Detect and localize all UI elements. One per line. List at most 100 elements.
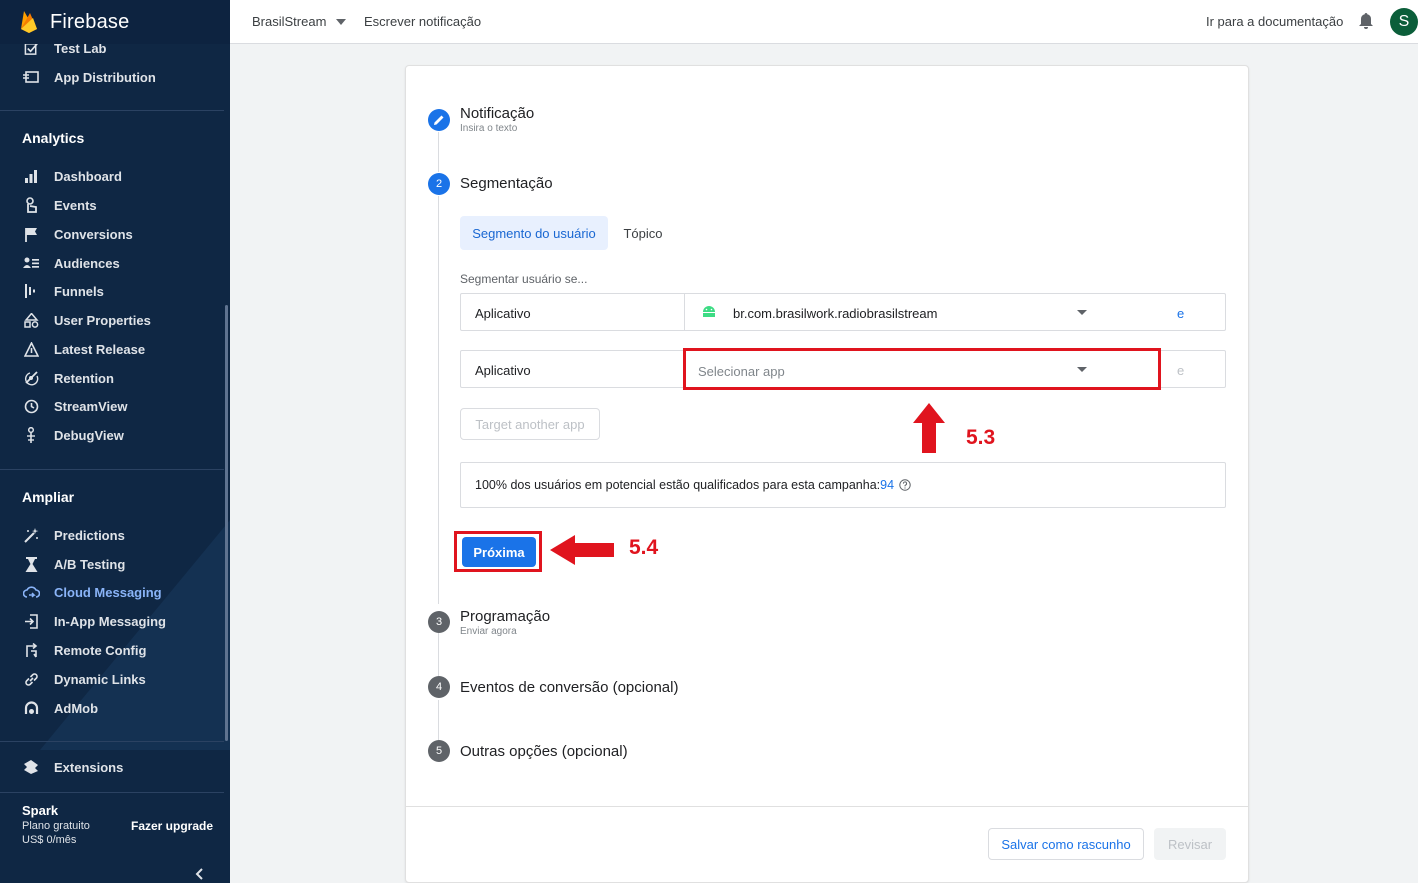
segment-label: Segmentar usuário se... [460, 272, 588, 286]
step-3-subtitle: Enviar agora [460, 626, 517, 637]
bar-chart-icon [22, 167, 40, 185]
extensions-icon [22, 758, 40, 776]
sidebar-item-label: Events [54, 197, 97, 213]
reach-count: 94 [880, 478, 895, 492]
review-button[interactable]: Revisar [1154, 828, 1226, 860]
chevron-left-icon[interactable] [192, 866, 208, 882]
project-selector[interactable]: BrasilStream [252, 14, 347, 29]
sidebar-divider [0, 741, 224, 742]
sidebar-item-label: Conversions [54, 226, 133, 242]
firebase-logo-header[interactable]: Firebase [0, 0, 230, 44]
save-draft-button[interactable]: Salvar como rascunho [988, 828, 1144, 860]
sidebar-scrollbar[interactable] [225, 305, 228, 741]
step-2-number: 2 [428, 173, 450, 195]
and-button[interactable]: e [1177, 306, 1184, 321]
step-connector [438, 132, 439, 172]
step-5-title[interactable]: Outras opções (opcional) [460, 743, 628, 760]
reach-info-box: 100% dos usuários em potencial estão qua… [460, 462, 1226, 508]
next-button[interactable]: Próxima [462, 537, 536, 567]
touch-icon [22, 196, 40, 214]
step-3-title[interactable]: Programação [460, 608, 550, 625]
sidebar-item-extensions[interactable]: Extensions [0, 753, 230, 781]
highlight-box-select-app [683, 348, 1161, 390]
annotation-label-5-4: 5.4 [629, 536, 659, 559]
avatar[interactable]: S [1390, 8, 1418, 36]
sidebar-item-label: Dashboard [54, 168, 122, 184]
sidebar-item-cloud-messaging[interactable]: Cloud Messaging [0, 578, 230, 606]
sidebar-item-label: Audiences [54, 255, 120, 271]
step-1-edit-icon[interactable] [428, 109, 450, 131]
and-button-disabled: e [1177, 363, 1185, 378]
audience-icon [22, 254, 40, 272]
step-connector [438, 196, 439, 604]
sidebar-item-label: Remote Config [54, 642, 147, 658]
sidebar-item-remote-config[interactable]: Remote Config [0, 636, 230, 664]
sidebar-item-label: App Distribution [54, 69, 156, 85]
sidebar-item-dynamic-links[interactable]: Dynamic Links [0, 665, 230, 693]
sidebar-item-debugview[interactable]: DebugView [0, 421, 230, 449]
reach-text: 100% dos usuários em potencial estão qua… [475, 478, 881, 492]
cloud-messaging-icon [22, 583, 40, 601]
clock-icon [22, 397, 40, 415]
caret-down-icon[interactable] [1077, 310, 1087, 315]
help-icon[interactable] [899, 479, 911, 491]
debug-icon [22, 426, 40, 444]
sidebar-item-app-distribution[interactable]: App Distribution [0, 63, 230, 91]
section-title-analytics: Analytics [22, 130, 85, 146]
sidebar-item-dashboard[interactable]: Dashboard [0, 162, 230, 190]
docs-link[interactable]: Ir para a documentação [1206, 14, 1343, 29]
step-5-number: 5 [428, 740, 450, 762]
app-select-value[interactable]: br.com.brasilwork.radiobrasilstream [733, 306, 937, 321]
sidebar-item-predictions[interactable]: Predictions [0, 521, 230, 549]
sidebar-item-label: Extensions [54, 759, 124, 775]
plan-info: Spark Plano gratuito US$ 0/mês [22, 804, 90, 847]
sidebar-item-label: Latest Release [54, 341, 146, 357]
step-connector [438, 700, 439, 740]
footer-divider [406, 806, 1248, 807]
target-another-app-button[interactable]: Target another app [460, 408, 600, 440]
top-bar: BrasilStream Escrever notificação Ir par… [230, 0, 1418, 44]
sidebar-item-label: Retention [54, 370, 114, 386]
sidebar-item-label: Cloud Messaging [54, 584, 162, 600]
brand-name: Firebase [50, 10, 130, 33]
sidebar-item-funnels[interactable]: Funnels [0, 277, 230, 305]
tab-user-segment[interactable]: Segmento do usuário [460, 216, 608, 250]
sidebar-item-streamview[interactable]: StreamView [0, 392, 230, 420]
pencil-icon [434, 115, 444, 125]
link-icon [22, 670, 40, 688]
sidebar-item-retention[interactable]: Retention [0, 364, 230, 392]
remote-config-icon [22, 641, 40, 659]
funnel-icon [22, 282, 40, 300]
sidebar-item-in-app-messaging[interactable]: In-App Messaging [0, 607, 230, 635]
step-1-subtitle: Insira o texto [460, 123, 518, 134]
sidebar-divider [0, 792, 224, 793]
sidebar-item-user-properties[interactable]: User Properties [0, 306, 230, 334]
plan-type: Plano gratuito [22, 820, 90, 832]
admob-icon [22, 699, 40, 717]
sidebar-item-admob[interactable]: AdMob [0, 694, 230, 722]
notification-composer-card: Notificação Insira o texto 2 Segmentação… [405, 65, 1249, 883]
sidebar-item-ab-testing[interactable]: A/B Testing [0, 550, 230, 578]
sidebar-item-events[interactable]: Events [0, 191, 230, 219]
caret-down-icon [336, 18, 347, 25]
step-2-title[interactable]: Segmentação [460, 175, 553, 192]
sidebar-item-latest-release[interactable]: Latest Release [0, 335, 230, 363]
shapes-icon [22, 311, 40, 329]
step-4-number: 4 [428, 676, 450, 698]
sidebar-item-label: AdMob [54, 700, 99, 716]
in-app-messaging-icon [22, 612, 40, 630]
step-4-title[interactable]: Eventos de conversão (opcional) [460, 679, 678, 696]
sidebar-item-audiences[interactable]: Audiences [0, 249, 230, 277]
firebase-flame-icon [21, 11, 37, 33]
tab-topic[interactable]: Tópico [611, 216, 675, 250]
step-1-title[interactable]: Notificação [460, 105, 534, 122]
release-icon [22, 340, 40, 358]
sidebar-item-label: In-App Messaging [54, 613, 166, 629]
bell-icon[interactable] [1356, 11, 1376, 31]
sidebar-divider [0, 469, 224, 470]
sidebar-item-label: Funnels [54, 283, 104, 299]
upgrade-link[interactable]: Fazer upgrade [131, 819, 213, 833]
step-connector [438, 632, 439, 676]
sidebar-item-label: DebugView [54, 427, 124, 443]
sidebar-item-conversions[interactable]: Conversions [0, 220, 230, 248]
